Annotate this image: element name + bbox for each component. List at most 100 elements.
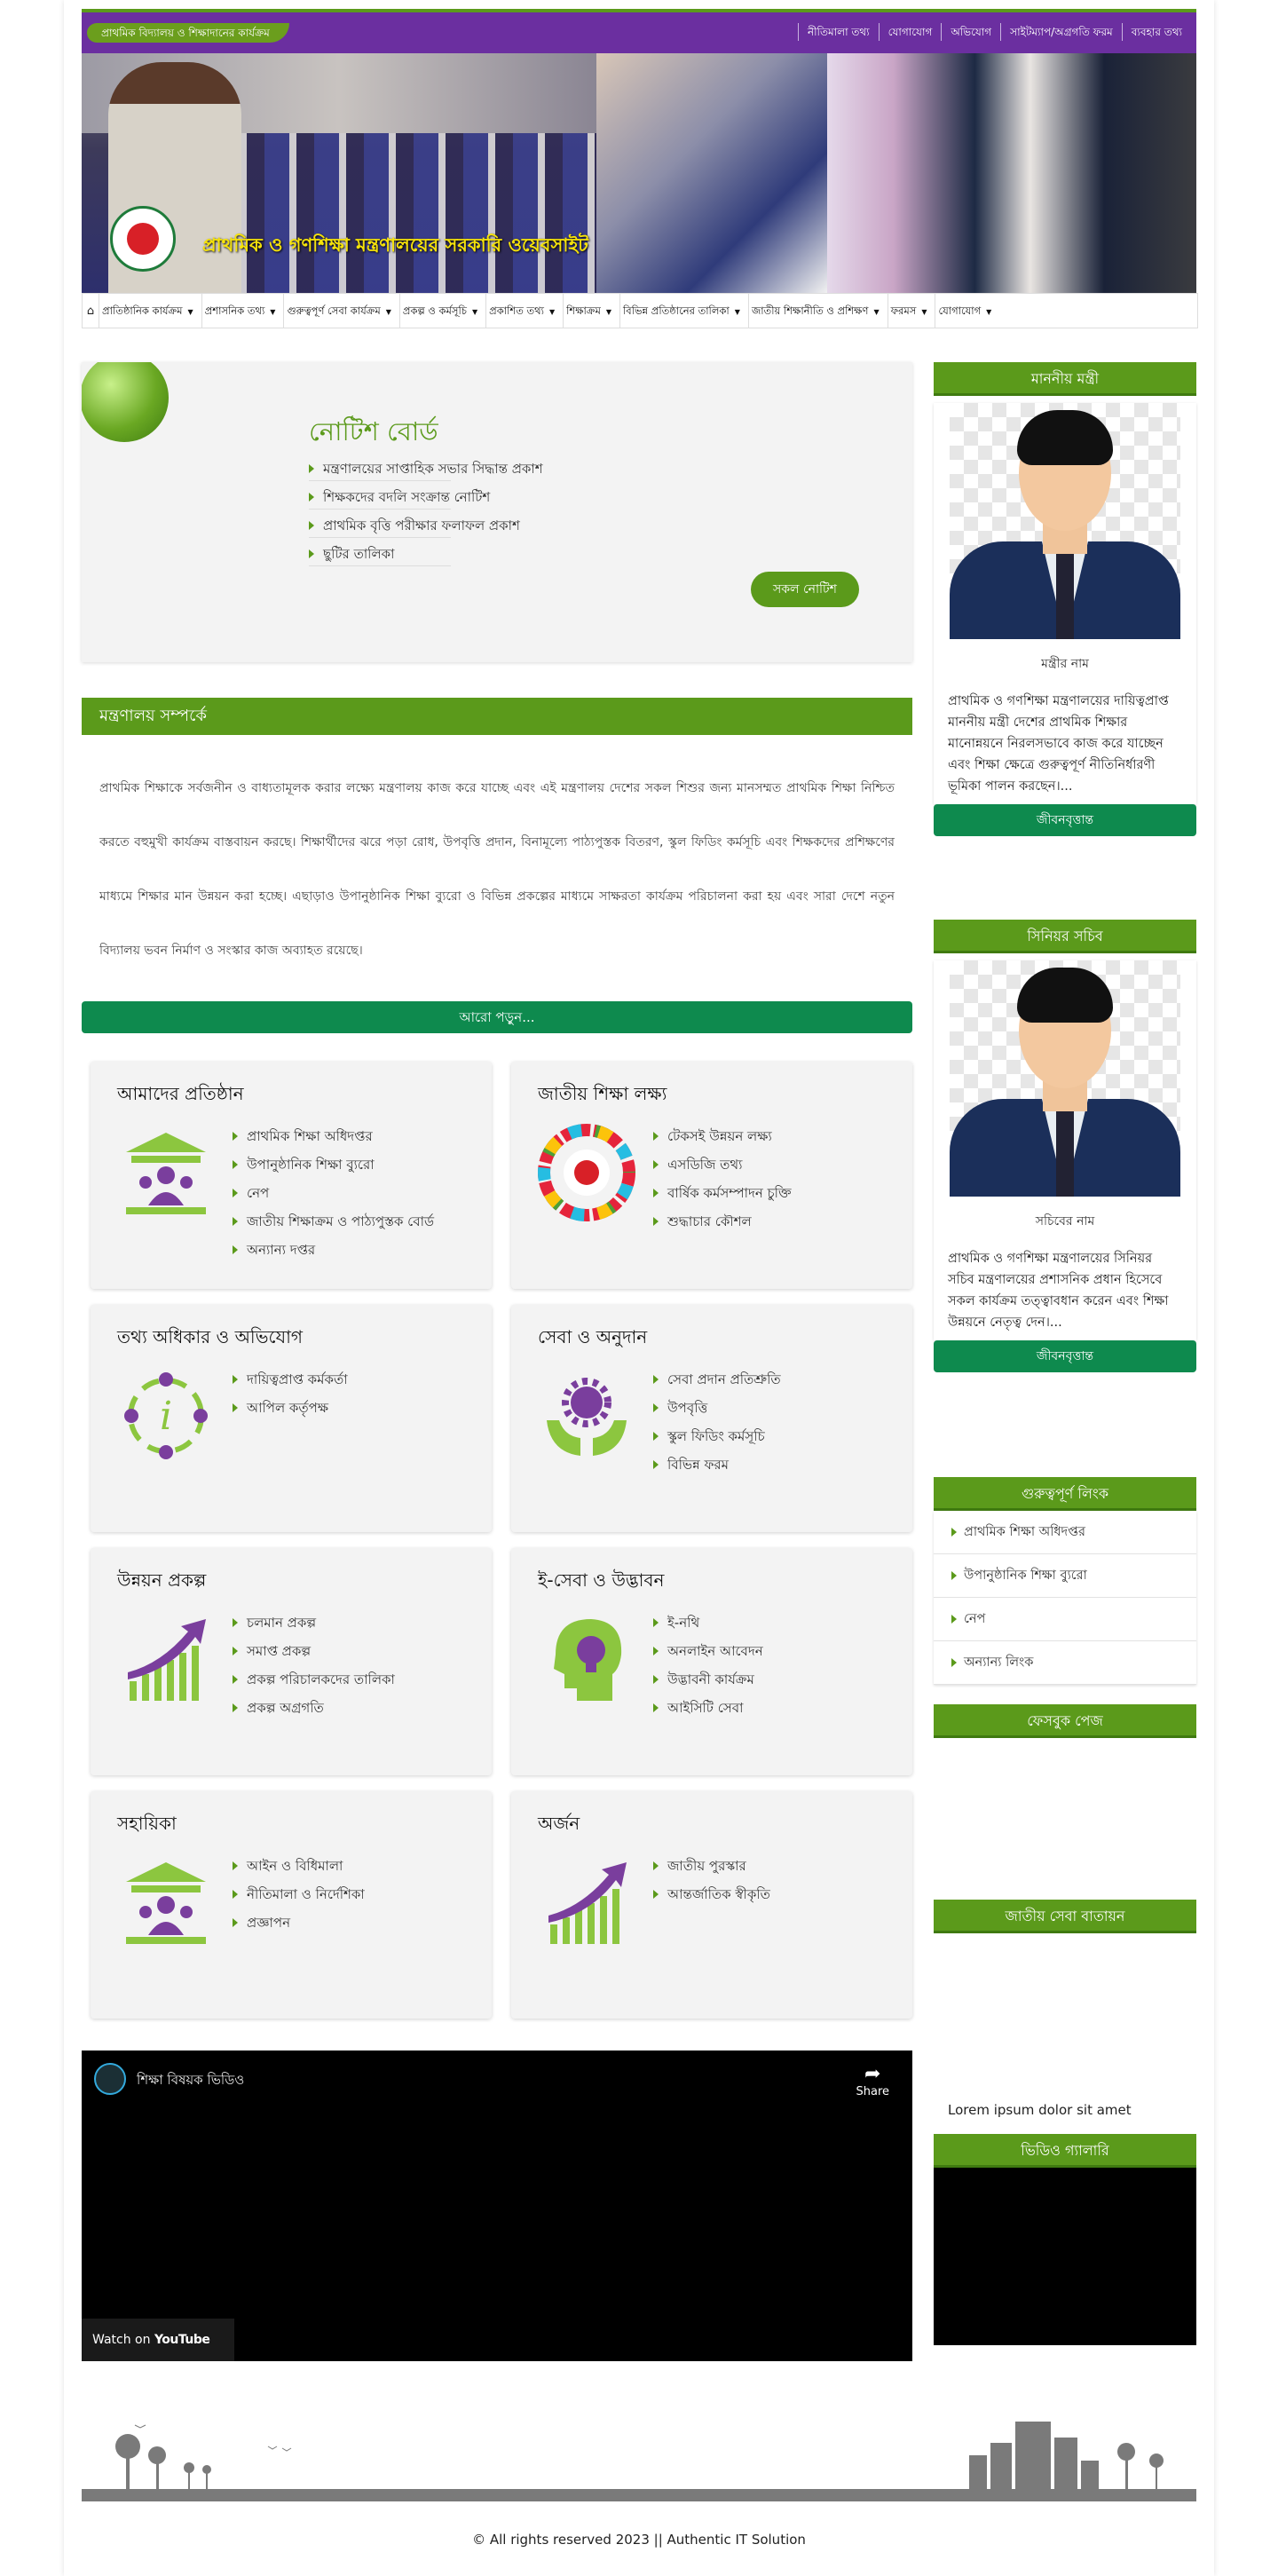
service-link[interactable]: উদ্ভাবনী কার্যক্রম	[653, 1671, 763, 1699]
sidebar-minister: মাননীয় মন্ত্রী মন্ত্রীর নাম প্রাথমিক ও …	[934, 362, 1196, 836]
service-link[interactable]: জাতীয় পুরস্কার	[653, 1857, 770, 1885]
service-card-title: সহায়িকা	[117, 1813, 177, 1834]
growth-chart-icon	[128, 1619, 206, 1701]
service-link[interactable]: সেবা প্রদান প্রতিশ্রুতি	[653, 1371, 781, 1399]
service-link[interactable]: আপিল কর্তৃপক্ষ	[233, 1399, 348, 1427]
service-link[interactable]: প্রজ্ঞাপন	[233, 1914, 365, 1942]
nav-item-2[interactable]: প্রশাসনিক তথ্য ▼	[201, 294, 284, 328]
service-link[interactable]: আইসিটি সেবা	[653, 1699, 763, 1727]
service-link[interactable]: টেকসই উন্নয়ন লক্ষ্য	[653, 1127, 792, 1156]
banner-students-photo	[596, 53, 827, 293]
nav-item-10[interactable]: যোগাযোগ ▼	[935, 294, 999, 328]
notice-item[interactable]: শিক্ষকদের বদলি সংক্রান্ত নোটিশ	[309, 488, 543, 517]
top-link-4[interactable]: সাইটম্যাপ/অগ্রগতি ফরম	[1000, 23, 1122, 41]
avatar	[950, 403, 1180, 639]
share-icon: ➦	[864, 2063, 881, 2085]
sidebar-link[interactable]: উপানুষ্ঠানিক শিক্ষা ব্যুরো	[934, 1554, 1196, 1598]
minister-biography-button[interactable]: জীবনবৃত্তান্ত	[934, 804, 1196, 836]
about-text: প্রাথমিক শিক্ষাকে সর্বজনীন ও বাধ্যতামূলক…	[99, 781, 895, 958]
read-more-button[interactable]: আরো পড়ুন...	[82, 1001, 912, 1033]
service-card-title: ই-সেবা ও উদ্ভাবন	[538, 1569, 665, 1591]
notice-board-title: নোটিশ বোর্ড	[309, 416, 438, 446]
sidebar-link[interactable]: অন্যান্য লিংক	[934, 1641, 1196, 1685]
service-link[interactable]: আন্তর্জাতিক স্বীকৃতি	[653, 1885, 770, 1914]
service-list: ই-নথি অনলাইন আবেদন উদ্ভাবনী কার্যক্রম আই…	[653, 1614, 763, 1727]
service-link[interactable]: প্রকল্প পরিচালকদের তালিকা	[233, 1671, 395, 1699]
video-gallery-heading: ভিডিও গ্যালারি	[934, 2134, 1196, 2168]
chevron-down-icon: ▼	[187, 308, 193, 316]
video-title[interactable]: শিক্ষা বিষয়ক ভিডিও	[137, 2070, 244, 2092]
about-section: প্রাথমিক শিক্ষাকে সর্বজনীন ও বাধ্যতামূলক…	[82, 735, 912, 1001]
service-link[interactable]: উপবৃত্তি	[653, 1399, 781, 1427]
service-link[interactable]: চলমান প্রকল্প	[233, 1614, 395, 1642]
nav-item-6[interactable]: শিক্ষাক্রম ▼	[563, 294, 619, 328]
service-card: সহায়িকা আইন ও বিধিমালা নীতিমালা ও নির্দ…	[91, 1791, 492, 2019]
service-link[interactable]: অনলাইন আবেদন	[653, 1642, 763, 1671]
home-icon[interactable]: ⌂	[83, 294, 99, 328]
channel-avatar[interactable]	[94, 2063, 126, 2095]
main-nav: ⌂ প্রাতিষ্ঠানিক কার্যক্রম ▼ প্রশাসনিক তথ্…	[82, 293, 1198, 328]
service-list: আইন ও বিধিমালা নীতিমালা ও নির্দেশিকা প্র…	[233, 1857, 365, 1942]
top-link-3[interactable]: অভিযোগ	[941, 23, 1000, 41]
footer-illustration	[82, 2416, 1196, 2501]
service-link[interactable]: জাতীয় শিক্ষাক্রম ও পাঠ্যপুস্তক বোর্ড	[233, 1213, 434, 1241]
secretary-biography-button[interactable]: জীবনবৃত্তান্ত	[934, 1340, 1196, 1372]
notice-item[interactable]: ছুটির তালিকা	[309, 545, 543, 573]
sidebar-link[interactable]: প্রাথমিক শিক্ষা অধিদপ্তর	[934, 1511, 1196, 1554]
nav-item-5[interactable]: প্রকাশিত তথ্য ▼	[485, 294, 563, 328]
service-card: উন্নয়ন প্রকল্প চলমান প্রকল্প সমাপ্ত প্র…	[91, 1548, 492, 1775]
government-seal-logo[interactable]	[110, 206, 176, 272]
svg-text:i: i	[160, 1394, 172, 1439]
share-button[interactable]: ➦ Share	[856, 2063, 889, 2098]
important-links-list: প্রাথমিক শিক্ষা অধিদপ্তর উপানুষ্ঠানিক শি…	[934, 1511, 1196, 1685]
avatar	[950, 960, 1180, 1197]
institution-icon	[126, 1133, 206, 1214]
placeholder-text: Lorem ipsum dolor sit amet	[948, 2102, 1132, 2118]
watch-on-youtube-button[interactable]: Watch on YouTube	[82, 2319, 234, 2361]
service-link[interactable]: স্কুল ফিডিং কর্মসূচি	[653, 1427, 781, 1456]
service-link[interactable]: প্রকল্প অগ্রগতি	[233, 1699, 395, 1727]
top-link-5[interactable]: ব্যবহার তথ্য	[1121, 23, 1191, 41]
notice-item[interactable]: মন্ত্রণালয়ের সাপ্তাহিক সভার সিদ্ধান্ত প…	[309, 460, 543, 488]
service-list: চলমান প্রকল্প সমাপ্ত প্রকল্প প্রকল্প পরি…	[233, 1614, 395, 1727]
service-link[interactable]: সমাপ্ত প্রকল্প	[233, 1642, 395, 1671]
secretary-card: সচিবের নাম প্রাথমিক ও গণশিক্ষা মন্ত্রণাল…	[934, 960, 1196, 1340]
institution-icon	[126, 1862, 206, 1944]
chevron-down-icon: ▼	[548, 308, 556, 316]
service-link[interactable]: বিভিন্ন ফরম	[653, 1456, 781, 1484]
nav-item-1[interactable]: প্রাতিষ্ঠানিক কার্যক্রম ▼	[99, 294, 201, 328]
sidebar-facebook: ফেসবুক পেজ	[934, 1704, 1196, 1738]
globe-icon	[82, 362, 169, 442]
video-gallery-player[interactable]	[934, 2168, 1196, 2345]
nav-item-7[interactable]: বিভিন্ন প্রতিষ্ঠানের তালিকা ▼	[619, 294, 748, 328]
nav-item-9[interactable]: ফরমস ▼	[887, 294, 935, 328]
minister-heading: মাননীয় মন্ত্রী	[934, 362, 1196, 396]
service-card-title: অর্জন	[538, 1813, 580, 1834]
service-link[interactable]: অন্যান্য দপ্তর	[233, 1241, 434, 1269]
service-link[interactable]: ই-নথি	[653, 1614, 763, 1642]
all-notices-button[interactable]: সকল নোটিশ	[751, 572, 859, 607]
chevron-down-icon: ▼	[605, 308, 611, 316]
youtube-embed[interactable]: শিক্ষা বিষয়ক ভিডিও ➦ Share Watch on You…	[82, 2051, 912, 2361]
sidebar-calendar: জাতীয় সেবা বাতায়ন Lorem ipsum dolor si…	[934, 1900, 1196, 2118]
minister-name: মন্ত্রীর নাম	[1041, 657, 1089, 671]
service-link[interactable]: এসডিজি তথ্য	[653, 1156, 792, 1184]
service-link[interactable]: বার্ষিক কর্মসম্পাদন চুক্তি	[653, 1184, 792, 1213]
service-link[interactable]: শুদ্ধাচার কৌশল	[653, 1213, 792, 1241]
sidebar-link[interactable]: নেপ	[934, 1598, 1196, 1641]
nav-item-3[interactable]: গুরুত্বপূর্ণ সেবা কার্যক্রম ▼	[283, 294, 398, 328]
service-link[interactable]: নেপ	[233, 1184, 434, 1213]
service-link[interactable]: দায়িত্বপ্রাপ্ত কর্মকর্তা	[233, 1371, 348, 1399]
nav-item-4[interactable]: প্রকল্প ও কর্মসূচি ▼	[398, 294, 485, 328]
top-link-2[interactable]: যোগাযোগ	[878, 23, 942, 41]
service-link[interactable]: প্রাথমিক শিক্ষা অধিদপ্তর	[233, 1127, 434, 1156]
top-bar-badge: প্রাথমিক বিদ্যালয় ও শিক্ষাদানের কার্যক্…	[87, 23, 289, 43]
nav-item-8[interactable]: জাতীয় শিক্ষানীতি ও প্রশিক্ষণ ▼	[747, 294, 888, 328]
youtube-logo: YouTube	[154, 2333, 210, 2347]
service-link[interactable]: উপানুষ্ঠানিক শিক্ষা ব্যুরো	[233, 1156, 434, 1184]
service-link[interactable]: আইন ও বিধিমালা	[233, 1857, 365, 1885]
top-link-1[interactable]: নীতিমালা তথ্য	[797, 23, 879, 41]
minister-bio: প্রাথমিক ও গণশিক্ষা মন্ত্রণালয়ের দায়িত…	[948, 694, 1169, 794]
service-link[interactable]: নীতিমালা ও নির্দেশিকা	[233, 1885, 365, 1914]
notice-item[interactable]: প্রাথমিক বৃত্তি পরীক্ষার ফলাফল প্রকাশ	[309, 517, 543, 545]
